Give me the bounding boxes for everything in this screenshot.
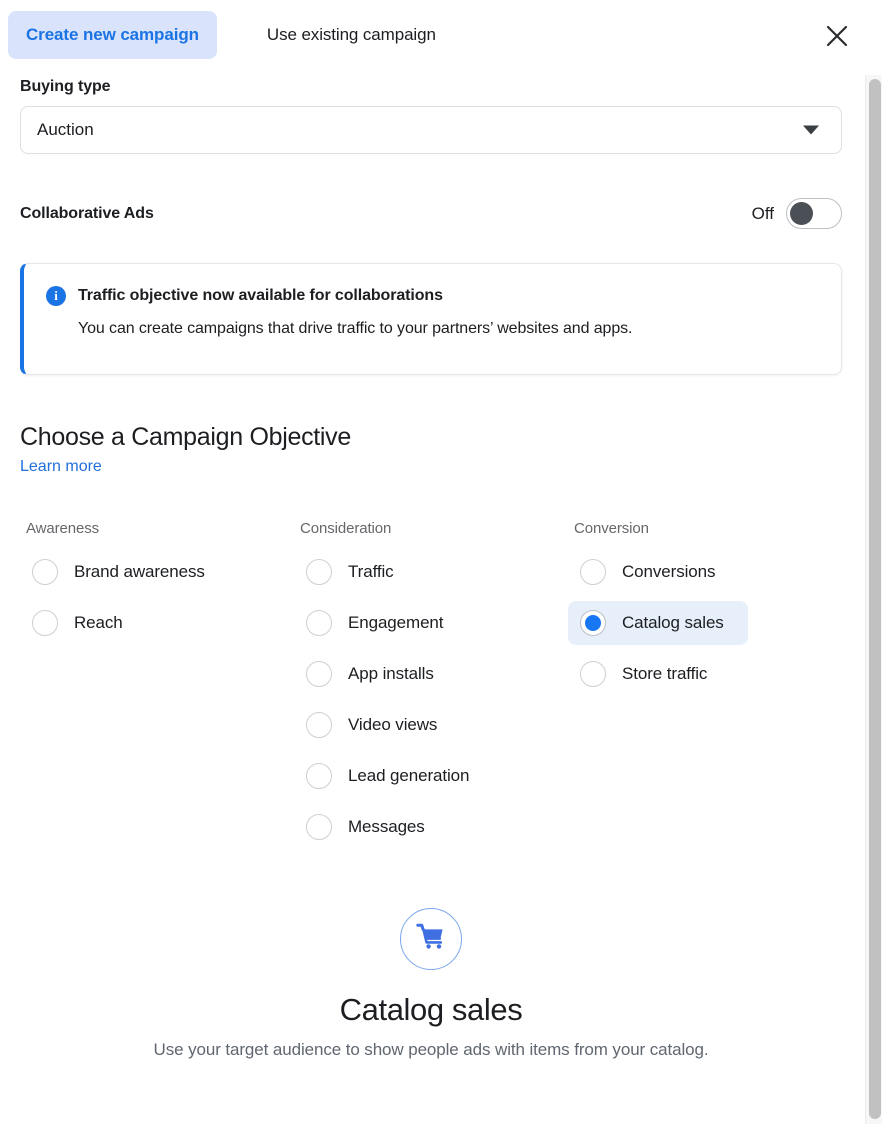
preview-icon-circle (400, 908, 462, 970)
objective-option-app-installs-label: App installs (348, 664, 434, 683)
collaborative-ads-row: Collaborative Ads Off (20, 198, 842, 229)
radio-conversions[interactable] (580, 559, 606, 585)
objective-option-reach[interactable]: Reach (20, 601, 200, 645)
toggle-knob (790, 202, 813, 225)
buying-type-select[interactable]: Auction (20, 106, 842, 154)
collaborative-ads-state: Off (751, 203, 774, 223)
info-icon: i (46, 286, 66, 306)
preview-title: Catalog sales (339, 992, 523, 1027)
traffic-objective-info-card: i Traffic objective now available for co… (20, 263, 842, 375)
objective-columns: Awareness Brand awareness Reach Consider… (20, 520, 842, 856)
objective-option-conversions-label: Conversions (622, 562, 716, 581)
radio-app-installs[interactable] (306, 661, 332, 687)
radio-lead-generation[interactable] (306, 763, 332, 789)
objective-option-engagement-label: Engagement (348, 613, 444, 632)
info-card-body: You can create campaigns that drive traf… (78, 320, 633, 337)
chevron-down-icon (803, 125, 819, 135)
page-title: Choose a Campaign Objective (20, 423, 351, 451)
shopping-cart-icon (416, 923, 446, 956)
objective-preview: Catalog sales Use your target audience t… (20, 908, 842, 1063)
objective-option-app-installs[interactable]: App installs (294, 652, 474, 696)
info-card-header: i Traffic objective now available for co… (46, 286, 817, 306)
objective-option-catalog-sales[interactable]: Catalog sales (568, 601, 748, 645)
objective-option-engagement[interactable]: Engagement (294, 601, 474, 645)
radio-video-views[interactable] (306, 712, 332, 738)
radio-catalog-sales[interactable] (580, 610, 606, 636)
create-campaign-dialog: Create new campaign Use existing campaig… (0, 0, 882, 1124)
collaborative-ads-label: Collaborative Ads (20, 204, 154, 222)
scrollbar-thumb[interactable] (869, 79, 881, 1119)
objective-option-lead-generation[interactable]: Lead generation (294, 754, 479, 798)
objective-column-conversion: Conversion Conversions Catalog sales Sto… (568, 520, 842, 856)
objective-option-brand-awareness[interactable]: Brand awareness (20, 550, 215, 594)
collaborative-ads-toggle[interactable] (786, 198, 842, 229)
objective-option-catalog-sales-label: Catalog sales (622, 613, 724, 632)
objective-option-lead-generation-label: Lead generation (348, 766, 470, 785)
tab-create-new-campaign[interactable]: Create new campaign (8, 11, 217, 59)
close-button[interactable] (819, 18, 855, 54)
objective-option-video-views[interactable]: Video views (294, 703, 474, 747)
column-title-awareness: Awareness (26, 520, 100, 537)
radio-brand-awareness[interactable] (32, 559, 58, 585)
objective-option-traffic-label: Traffic (348, 562, 394, 581)
collaborative-ads-control: Off (752, 198, 842, 229)
objective-option-store-traffic[interactable]: Store traffic (568, 652, 748, 696)
radio-store-traffic[interactable] (580, 661, 606, 687)
objective-option-store-traffic-label: Store traffic (622, 664, 708, 683)
objective-option-traffic[interactable]: Traffic (294, 550, 474, 594)
radio-engagement[interactable] (306, 610, 332, 636)
radio-traffic[interactable] (306, 559, 332, 585)
column-title-consideration: Consideration (300, 520, 392, 537)
tab-use-existing-campaign-label: Use existing campaign (266, 25, 436, 44)
info-card-title: Traffic objective now available for coll… (78, 287, 443, 304)
campaign-mode-tabs: Create new campaign Use existing campaig… (0, 0, 862, 70)
objective-option-messages-label: Messages (348, 817, 425, 836)
column-title-conversion: Conversion (574, 520, 649, 537)
buying-type-label: Buying type (20, 78, 111, 95)
radio-messages[interactable] (306, 814, 332, 840)
objective-column-awareness: Awareness Brand awareness Reach (20, 520, 294, 856)
tab-create-new-campaign-label: Create new campaign (26, 25, 199, 44)
objective-option-reach-label: Reach (74, 613, 123, 632)
preview-description: Use your target audience to show people … (153, 1040, 709, 1059)
dialog-content: Buying type Auction Collaborative Ads Of… (0, 70, 862, 1124)
learn-more-link[interactable]: Learn more (20, 458, 102, 476)
radio-reach[interactable] (32, 610, 58, 636)
objective-option-brand-awareness-label: Brand awareness (74, 562, 205, 581)
objective-option-messages[interactable]: Messages (294, 805, 474, 849)
objective-option-conversions[interactable]: Conversions (568, 550, 748, 594)
close-icon (826, 25, 848, 47)
buying-type-value: Auction (37, 120, 94, 139)
scrollbar-track[interactable] (865, 75, 882, 1124)
tab-use-existing-campaign[interactable]: Use existing campaign (249, 11, 454, 59)
objective-column-consideration: Consideration Traffic Engagement App ins… (294, 520, 568, 856)
objective-option-video-views-label: Video views (348, 715, 438, 734)
